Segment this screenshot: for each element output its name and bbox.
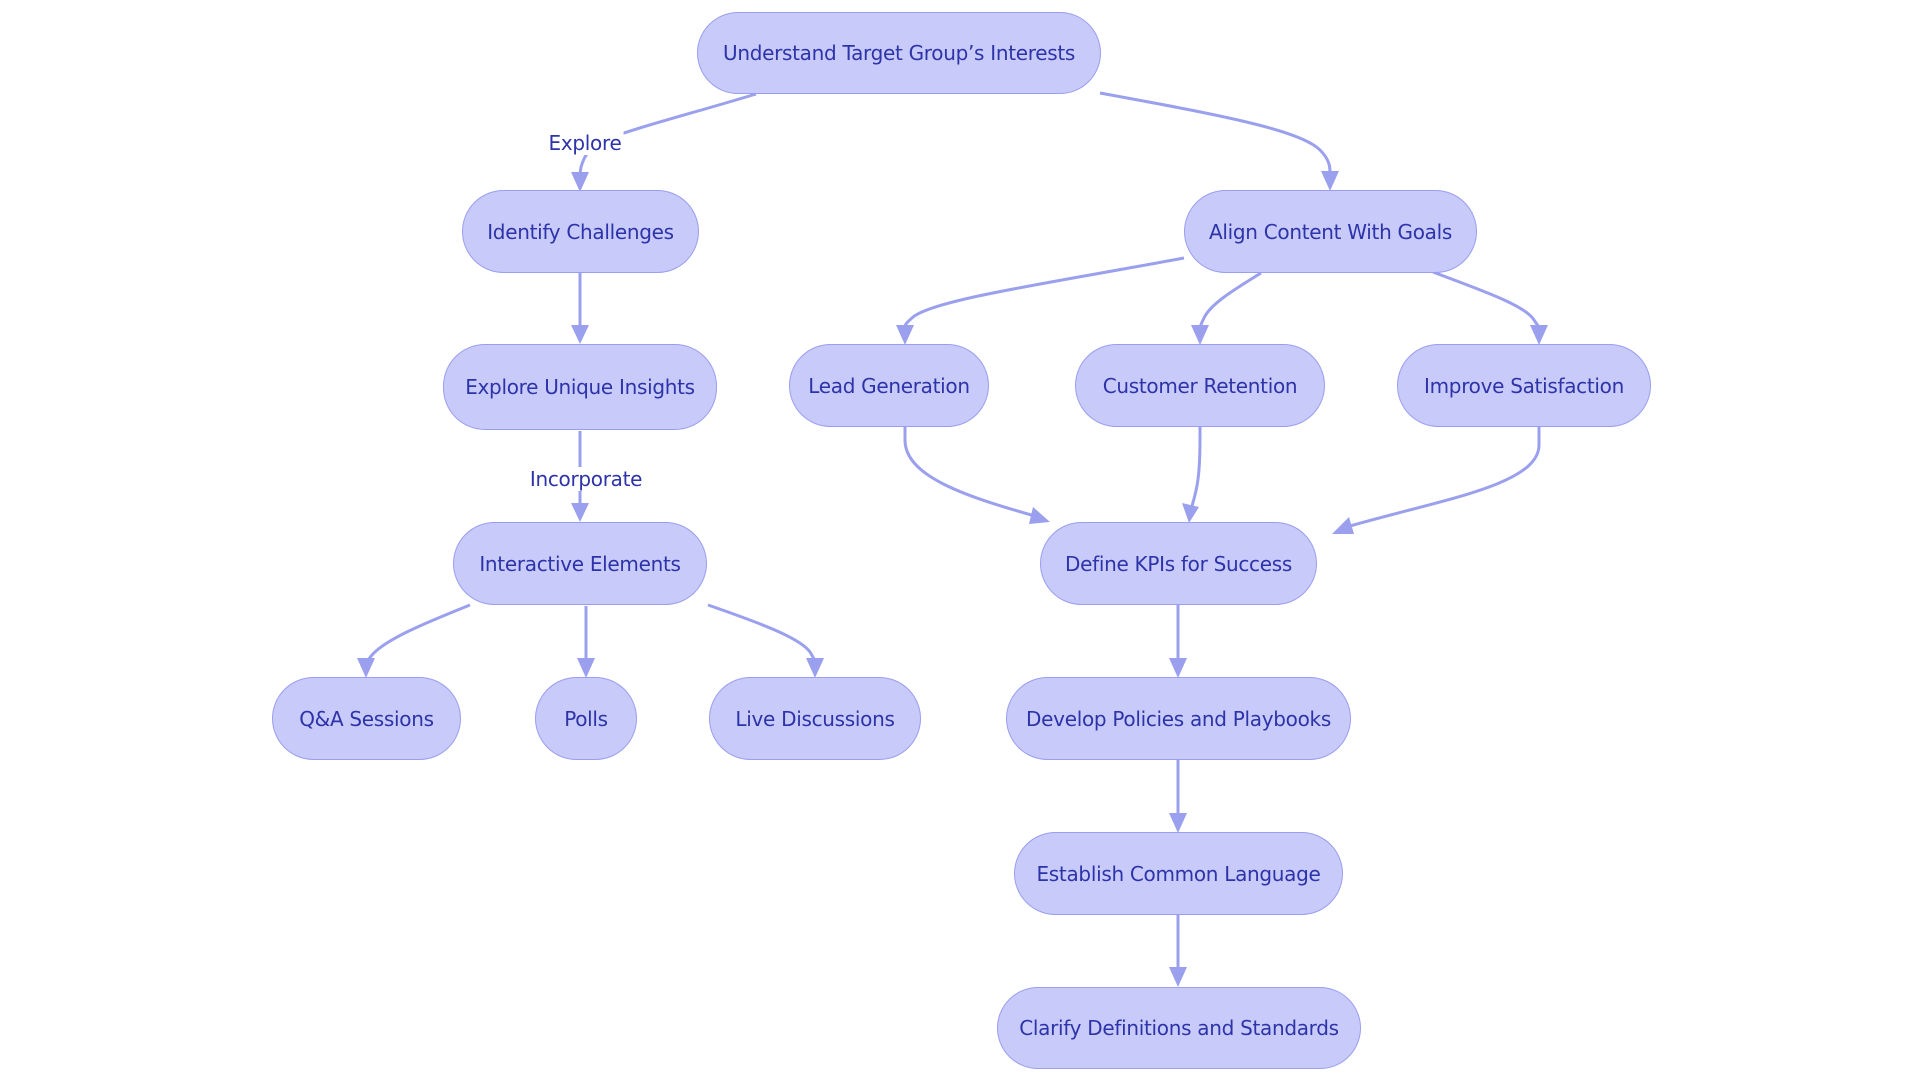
flowchart-canvas: Explore Incorporate Understand Target Gr…: [0, 0, 1920, 1080]
arrowhead-align-to-lead: [896, 325, 914, 345]
node-customer-retention[interactable]: Customer Retention: [1075, 344, 1325, 427]
arrowhead-align-to-retention: [1191, 325, 1209, 345]
arrowhead-lead-to-kpis: [1029, 507, 1050, 524]
arrowhead-language-to-clarify: [1169, 967, 1187, 987]
node-improve-satisfaction[interactable]: Improve Satisfaction: [1397, 344, 1651, 427]
arrowhead-align-to-satisfaction: [1530, 325, 1548, 345]
edge-align-to-lead: [903, 256, 1185, 327]
node-lead-generation[interactable]: Lead Generation: [789, 344, 989, 427]
node-develop-policies[interactable]: Develop Policies and Playbooks: [1006, 677, 1351, 760]
arrowhead-interactive-to-live: [806, 658, 824, 678]
edge-interactive-to-live: [707, 603, 817, 663]
edge-interactive-to-qa: [364, 603, 471, 664]
arrowhead-policies-to-language: [1169, 813, 1187, 833]
node-clarify-definitions[interactable]: Clarify Definitions and Standards: [997, 987, 1361, 1069]
edge-satisfaction-to-kpis: [1349, 427, 1541, 528]
node-explore-unique-insights[interactable]: Explore Unique Insights: [443, 344, 717, 430]
node-identify-challenges[interactable]: Identify Challenges: [462, 190, 699, 273]
edges-layer: [357, 91, 1548, 987]
node-define-kpis[interactable]: Define KPIs for Success: [1040, 522, 1317, 605]
edge-label-incorporate: Incorporate: [527, 467, 645, 491]
node-understand-target-group[interactable]: Understand Target Group’s Interests: [697, 12, 1101, 94]
node-interactive-elements[interactable]: Interactive Elements: [453, 522, 707, 605]
edge-align-to-satisfaction: [1432, 270, 1541, 329]
arrowhead-kpis-to-policies: [1169, 658, 1187, 678]
edge-lead-to-kpis: [903, 427, 1036, 518]
node-polls[interactable]: Polls: [535, 677, 637, 760]
node-align-content-with-goals[interactable]: Align Content With Goals: [1184, 190, 1477, 273]
node-live-discussions[interactable]: Live Discussions: [709, 677, 921, 760]
arrowhead-interactive-to-polls: [577, 658, 595, 678]
arrowhead-identify-to-explore-insights: [571, 325, 589, 344]
arrowhead-retention-to-kpis: [1182, 503, 1199, 523]
arrowhead-satisfaction-to-kpis: [1332, 517, 1354, 534]
arrowhead-explore-insights-to-interactive: [571, 503, 589, 522]
node-establish-common-language[interactable]: Establish Common Language: [1014, 832, 1343, 915]
edge-align-to-retention: [1198, 271, 1262, 329]
arrowhead-understand-to-align: [1321, 171, 1339, 191]
edge-understand-to-align: [1099, 91, 1332, 173]
edge-label-explore: Explore: [546, 131, 624, 155]
node-qa-sessions[interactable]: Q&A Sessions: [272, 677, 461, 760]
edge-retention-to-kpis: [1190, 427, 1202, 507]
arrowhead-interactive-to-qa: [357, 658, 375, 678]
arrowhead-understand-to-identify: [571, 172, 589, 192]
